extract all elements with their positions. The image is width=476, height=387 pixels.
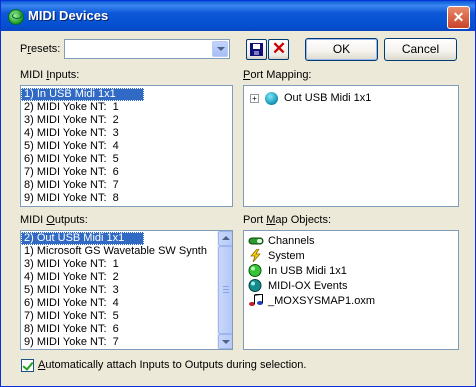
list-item-label: MIDI-OX Events [268,279,348,292]
music-note-icon [248,293,264,307]
presets-label: Presets: [20,43,60,55]
expand-icon[interactable]: + [250,93,259,103]
title-bar[interactable]: MIDI Devices ✕ [1,1,475,31]
list-item-label: In USB Midi 1x1 [268,264,347,277]
floppy-disk-icon [250,43,263,56]
list-item[interactable]: Channels [248,233,314,248]
label-accel: O [46,214,55,226]
label-part: utputs: [54,214,88,226]
delete-preset-button[interactable]: ✕ [268,39,289,60]
auto-attach-checkbox[interactable] [21,359,34,372]
list-item[interactable]: MIDI-OX Events [248,278,347,293]
midi-outputs-label: MIDI Outputs: [20,214,88,226]
label-part: esets: [31,43,61,55]
list-item[interactable]: System [248,248,305,263]
scroll-down-button[interactable] [218,334,232,349]
grip-line [223,292,229,293]
list-item[interactable]: 5) MIDI Yoke NT: 3 [21,284,232,297]
label-part: ap Objects: [275,214,332,226]
scroll-thumb[interactable] [218,246,232,334]
midi-inputs-list[interactable]: 1) In USB Midi 1x1 2) MIDI Yoke NT: 1 3)… [20,85,233,207]
label-part: utomatically attach Inputs to Outputs du… [45,359,307,371]
list-item[interactable]: 1) In USB Midi 1x1 [21,88,144,101]
midi-inputs-label: MIDI Inputs: [20,69,79,81]
label-part: MIDI [20,69,47,81]
list-item[interactable]: 7) MIDI Yoke NT: 6 [21,166,232,179]
green-port-icon [248,264,264,277]
list-item[interactable]: 3) MIDI Yoke NT: 2 [21,114,232,127]
list-item[interactable]: 4) MIDI Yoke NT: 2 [21,271,232,284]
list-item[interactable]: 9) MIDI Yoke NT: 7 [21,336,232,349]
cancel-button[interactable]: Cancel [384,38,457,61]
tree-node-label: Out USB Midi 1x1 [284,92,372,104]
close-button[interactable]: ✕ [447,6,470,29]
outputs-scrollbar[interactable] [217,231,232,349]
scroll-up-button[interactable] [218,231,232,246]
list-item-label: Channels [268,234,315,247]
port-map-objects-list[interactable]: Channels System In USB Midi 1x1 MIDI-OX … [243,230,459,350]
label-part: MIDI [20,214,47,226]
list-item[interactable]: 2) MIDI Yoke NT: 1 [21,101,232,114]
auto-attach-label[interactable]: Automatically attach Inputs to Outputs d… [38,359,306,371]
label-part: nputs: [49,69,80,81]
midi-outputs-list[interactable]: 2) Out USB Midi 1x1 1) Microsoft GS Wave… [20,230,233,350]
list-item-label: _MOXSYSMAP1.oxm [268,294,375,307]
list-item[interactable]: 6) MIDI Yoke NT: 4 [21,297,232,310]
list-item[interactable]: 8) MIDI Yoke NT: 7 [21,179,232,192]
list-item[interactable]: 5) MIDI Yoke NT: 4 [21,140,232,153]
label-part: Port [243,214,267,226]
ok-button[interactable]: OK [305,38,378,61]
list-item[interactable]: 4) MIDI Yoke NT: 3 [21,127,232,140]
teal-port-icon [248,279,264,292]
channels-icon [248,234,264,247]
list-item[interactable]: 7) MIDI Yoke NT: 5 [21,310,232,323]
port-map-objects-label: Port Map Objects: [243,214,331,226]
list-item[interactable]: 1) Microsoft GS Wavetable SW Synth [21,245,232,258]
midi-devices-dialog: MIDI Devices ✕ Presets: ✕ OK Cancel MIDI… [0,0,476,387]
list-item-label: System [268,249,305,262]
label-part: ort Mapping: [250,69,312,81]
lightning-icon [248,248,264,263]
save-preset-button[interactable] [246,39,267,60]
port-mapping-tree[interactable]: + Out USB Midi 1x1 [243,85,459,207]
list-item[interactable]: 9) MIDI Yoke NT: 8 [21,192,232,205]
list-item[interactable]: In USB Midi 1x1 [248,263,347,278]
window-title: MIDI Devices [28,8,109,23]
list-item[interactable]: _MOXSYSMAP1.oxm [248,293,375,308]
list-item[interactable]: 2) Out USB Midi 1x1 [21,232,144,245]
list-item[interactable]: 3) MIDI Yoke NT: 1 [21,258,232,271]
list-item[interactable]: 8) MIDI Yoke NT: 6 [21,323,232,336]
red-x-icon: ✕ [271,39,287,58]
presets-combo[interactable] [64,39,230,59]
midi-ox-app-icon [8,9,24,25]
tree-node[interactable]: + Out USB Midi 1x1 [250,90,371,106]
list-item[interactable]: 6) MIDI Yoke NT: 5 [21,153,232,166]
grip-line [223,286,229,287]
chevron-down-icon[interactable] [212,41,228,57]
midi-port-icon [265,91,278,105]
port-mapping-label: Port Mapping: [243,69,312,81]
grip-line [223,289,229,290]
